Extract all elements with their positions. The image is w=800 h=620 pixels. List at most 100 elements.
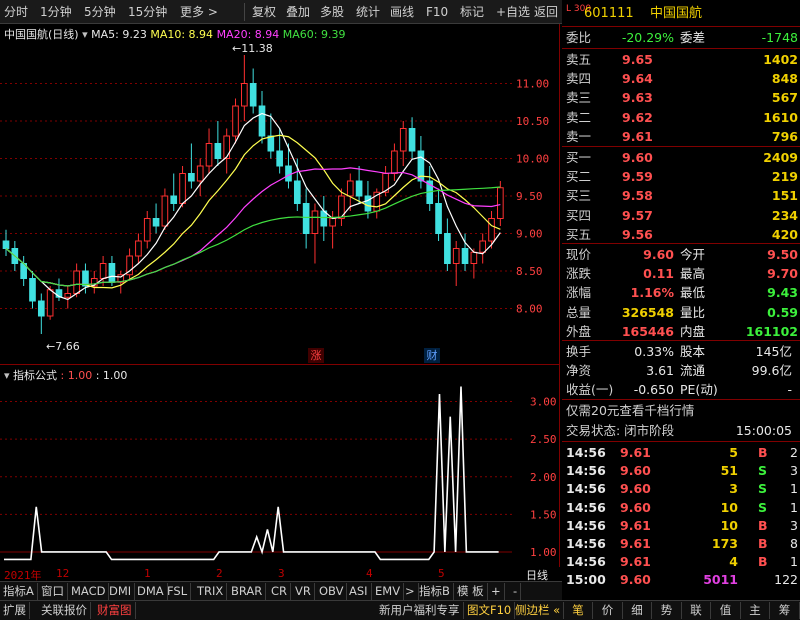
kline-pane[interactable]: 中国国航(日线) ▾ MA5: 9.23 MA10: 8.94 MA20: 8.…	[0, 24, 560, 364]
tick-time: 14:56	[566, 445, 606, 460]
bottom-tab[interactable]: 侧边栏 «	[512, 602, 565, 619]
toolbar-btn-15min[interactable]: 15分钟	[128, 4, 167, 20]
tick-row: 14:56 9.60 10 S 1	[562, 498, 800, 517]
toolbar-btn-fuquan[interactable]: 复权	[252, 4, 276, 20]
side-tab[interactable]: 筹	[771, 602, 800, 619]
stat-value: 326548	[621, 304, 674, 320]
order-label: 卖四	[566, 71, 592, 87]
side-tab[interactable]: 势	[653, 602, 682, 619]
toolbar-btn-duogu[interactable]: 多股	[320, 4, 344, 20]
indicator-tab[interactable]: DMA	[134, 583, 168, 600]
tick-price: 9.60	[620, 499, 651, 515]
indicator-tab[interactable]: FSL	[164, 583, 192, 600]
stat-label: 股本	[680, 344, 706, 359]
side-tab[interactable]: 细	[623, 602, 652, 619]
bottom-tab[interactable]: 关联报价	[38, 602, 91, 619]
stat-value: 9.43	[767, 285, 798, 301]
indicator-tab[interactable]: TRIX	[194, 583, 228, 600]
side-tab[interactable]: 联	[682, 602, 711, 619]
bottom-tab[interactable]: 图文F10	[464, 602, 516, 619]
toolbar-btn-fanhui[interactable]: 返回	[534, 4, 558, 20]
divider	[562, 146, 800, 147]
tick-side: S	[758, 499, 768, 515]
candle-body	[346, 180, 354, 197]
indicator-tab[interactable]: OBV	[316, 583, 348, 600]
tick-volume: 4	[729, 554, 738, 570]
side-tab[interactable]: 值	[712, 602, 741, 619]
tick-price: 9.61	[620, 536, 651, 551]
tick-side: B	[758, 536, 768, 551]
stat-label: 现价	[566, 247, 592, 262]
indicator-tab[interactable]: -	[510, 583, 522, 600]
tick-side: S	[758, 463, 768, 479]
side-tab[interactable]: 笔	[564, 602, 593, 619]
ma20-line	[5, 167, 501, 287]
indicator-tab[interactable]: VR	[292, 583, 315, 600]
stat-value: 0.11	[643, 266, 674, 282]
y-tick-label: 10.50	[516, 115, 549, 128]
toolbar-btn-biaoji[interactable]: 标记	[460, 4, 484, 20]
indicator-tab[interactable]: BRAR	[228, 583, 267, 600]
order-volume: 151	[771, 188, 798, 204]
buy-order-row: 买三 9.58 151	[562, 186, 800, 205]
stat-value: 165446	[621, 323, 674, 339]
toolbar-btn-huaxian[interactable]: 画线	[390, 4, 414, 20]
order-label: 卖三	[566, 90, 592, 106]
tick-row: 14:56 9.61 5 B 2	[562, 443, 800, 462]
stat-label: 涨幅	[566, 285, 592, 301]
indicator-tab[interactable]: 指标A	[0, 583, 38, 600]
tick-time: 14:56	[566, 499, 606, 515]
indicator-tab[interactable]: MACD	[68, 583, 110, 600]
indicator-tab[interactable]: CR	[268, 583, 292, 600]
candle-body	[188, 173, 195, 182]
order-label: 买五	[566, 226, 592, 242]
toolbar-btn-5min[interactable]: 5分钟	[84, 4, 116, 20]
order-price: 9.58	[622, 188, 653, 204]
candle-body	[391, 150, 398, 174]
bottom-tab[interactable]: 财富图	[94, 602, 136, 619]
indicator-chart[interactable]: 1.00 1.50 2.00 2.50 3.00	[0, 365, 560, 568]
toolbar-btn-fenshi[interactable]: 分时	[4, 4, 28, 20]
y-tick-label: 10.00	[516, 153, 549, 166]
order-label: 买二	[566, 169, 592, 185]
indicator-tab[interactable]: 模 板	[454, 583, 488, 600]
indicator-tab[interactable]: 窗口	[38, 583, 68, 600]
indicator-pane[interactable]: ▾ 指标公式 : 1.00 : 1.00 1.00 1.50 2.00 2.50 3.0…	[0, 364, 560, 567]
bottom-tab[interactable]: 新用户福利专享	[376, 602, 464, 619]
indicator-tab[interactable]: 指标B	[416, 583, 454, 600]
candle-body	[444, 233, 451, 264]
toolbar-btn-1min[interactable]: 1分钟	[40, 4, 72, 20]
bottom-tab[interactable]: 扩展	[0, 602, 30, 619]
stat-row: 涨跌 0.11 最高 9.70	[562, 264, 800, 283]
stat-value: 1.16%	[630, 285, 674, 301]
badge-zhang[interactable]: 涨	[308, 348, 324, 363]
candle-body	[82, 270, 89, 287]
time-axis-label: 5	[438, 567, 445, 580]
order-volume: 420	[771, 226, 798, 242]
y-tick-label: 2.00	[530, 471, 557, 484]
stat-row: 换手 0.33% 股本 145亿	[562, 342, 800, 361]
badge-cai[interactable]: 财	[424, 348, 440, 363]
toolbar-btn-more[interactable]: 更多 >	[180, 4, 218, 20]
promo-row[interactable]: 仅需20元查看千档行情	[562, 401, 800, 420]
toolbar-btn-diejia[interactable]: 叠加	[286, 4, 310, 20]
y-tick-label: 1.50	[530, 508, 557, 521]
tick-row: 14:56 9.60 51 S 3	[562, 461, 800, 480]
side-tab[interactable]: 价	[594, 602, 623, 619]
indicator-tab[interactable]: DMI	[106, 583, 136, 600]
promo-text[interactable]: 仅需20元查看千档行情	[566, 401, 694, 420]
sell-order-row: 卖五 9.65 1402	[562, 50, 800, 69]
indicator-tab[interactable]: EMV	[372, 583, 405, 600]
toolbar-btn-f10[interactable]: F10	[426, 4, 448, 20]
indicator-line	[4, 386, 499, 561]
side-tab[interactable]: 主	[741, 602, 770, 619]
candle-body	[99, 263, 107, 279]
indicator-tab[interactable]: ASI	[346, 583, 372, 600]
kline-chart[interactable]: 8.00 8.50 9.00 9.50 10.00 10.50 11.00	[0, 24, 560, 364]
sell-order-row: 卖四 9.64 848	[562, 69, 800, 88]
indicator-tab[interactable]: +	[488, 583, 505, 600]
weicha-label: 委差	[680, 30, 706, 45]
toolbar-btn-tongji[interactable]: 统计	[356, 4, 380, 20]
status-label: 交易状态: 闭市阶段	[566, 423, 675, 438]
toolbar-btn-zixuan[interactable]: +自选	[496, 4, 530, 20]
